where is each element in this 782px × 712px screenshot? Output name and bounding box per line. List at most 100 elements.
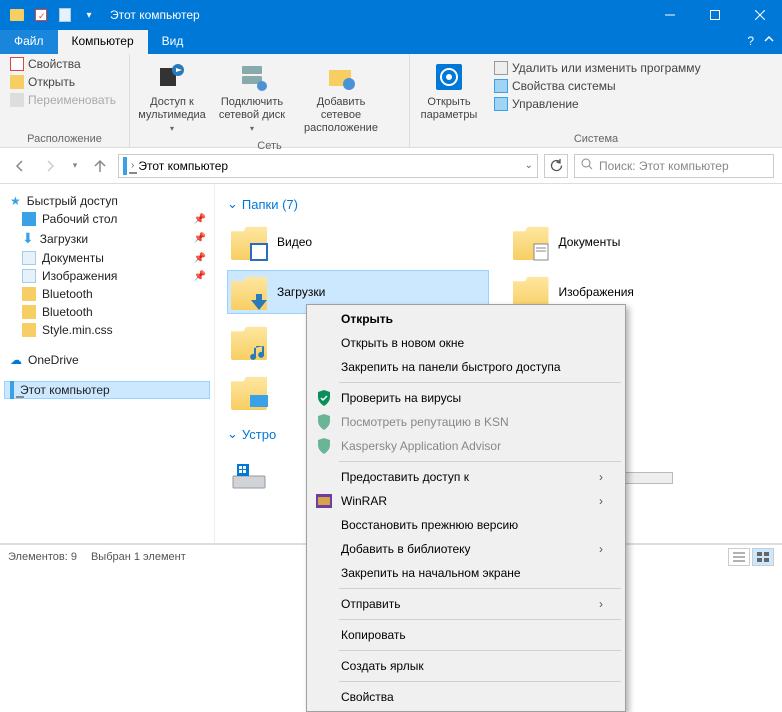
ctx-open-new[interactable]: Открыть в новом окне bbox=[309, 331, 623, 355]
ctx-open[interactable]: Открыть bbox=[309, 307, 623, 331]
ribbon-group-system-label: Система bbox=[416, 129, 776, 145]
tree-stylecss[interactable]: Style.min.css bbox=[4, 321, 210, 339]
qat-properties-icon[interactable]: ✓ bbox=[30, 4, 52, 26]
separator bbox=[339, 588, 621, 589]
section-folders[interactable]: ⌄Папки (7) bbox=[227, 196, 770, 212]
pin-icon: 📌 bbox=[194, 253, 206, 264]
chevron-right-icon: › bbox=[599, 470, 603, 484]
search-box[interactable]: Поиск: Этот компьютер bbox=[574, 154, 774, 178]
tree-downloads[interactable]: ⬇Загрузки📌 bbox=[4, 228, 210, 249]
titlebar: ✓ ▾ Этот компьютер bbox=[0, 0, 782, 30]
tree-thispc[interactable]: Этот компьютер bbox=[4, 381, 210, 399]
ctx-library[interactable]: Добавить в библиотеку› bbox=[309, 537, 623, 561]
tab-computer[interactable]: Компьютер bbox=[58, 30, 148, 54]
ribbon-manage[interactable]: Управление bbox=[490, 96, 705, 112]
help-icon[interactable]: ? bbox=[747, 34, 754, 48]
ctx-send[interactable]: Отправить› bbox=[309, 592, 623, 616]
desktop-icon bbox=[22, 212, 36, 226]
ribbon-rename-label: Переименовать bbox=[28, 93, 116, 107]
maximize-button[interactable] bbox=[692, 0, 737, 30]
pin-icon: 📌 bbox=[194, 271, 206, 282]
ribbon-properties[interactable]: Свойства bbox=[6, 56, 123, 72]
view-details-button[interactable] bbox=[728, 548, 750, 566]
ribbon-add-netloc[interactable]: Добавить сетевое расположение bbox=[296, 56, 386, 136]
tree-quick-access[interactable]: ★Быстрый доступ bbox=[4, 192, 210, 210]
tree-desktop[interactable]: Рабочий стол📌 bbox=[4, 210, 210, 228]
tree-pictures[interactable]: Изображения📌 bbox=[4, 267, 210, 285]
chevron-right-icon[interactable]: › bbox=[131, 160, 134, 171]
status-item-count: Элементов: 9 bbox=[8, 551, 77, 563]
tree-bluetooth2[interactable]: Bluetooth bbox=[4, 303, 210, 321]
separator bbox=[339, 382, 621, 383]
ctx-copy[interactable]: Копировать bbox=[309, 623, 623, 647]
address-bar[interactable]: › Этот компьютер ⌄ bbox=[118, 154, 538, 178]
ribbon-open[interactable]: Открыть bbox=[6, 74, 123, 90]
nav-history-button[interactable]: ▾ bbox=[68, 154, 82, 178]
window-title: Этот компьютер bbox=[110, 8, 200, 22]
download-icon: ⬇ bbox=[22, 230, 34, 247]
ctx-share[interactable]: Предоставить доступ к› bbox=[309, 465, 623, 489]
ctx-restore[interactable]: Восстановить прежнюю версию bbox=[309, 513, 623, 537]
thispc-icon bbox=[123, 159, 127, 173]
ribbon-sysprops[interactable]: Свойства системы bbox=[490, 78, 705, 94]
folder-documents[interactable]: Документы bbox=[509, 220, 771, 264]
media-icon bbox=[156, 60, 188, 94]
nav-forward-button[interactable] bbox=[38, 154, 62, 178]
tab-view[interactable]: Вид bbox=[148, 30, 198, 54]
chevron-right-icon: › bbox=[599, 542, 603, 556]
navbar: ▾ › Этот компьютер ⌄ Поиск: Этот компьют… bbox=[0, 148, 782, 184]
nav-back-button[interactable] bbox=[8, 154, 32, 178]
ctx-winrar[interactable]: WinRAR› bbox=[309, 489, 623, 513]
documents-icon bbox=[513, 224, 549, 260]
qat-customize-icon[interactable]: ▾ bbox=[78, 4, 100, 26]
folder-icon bbox=[22, 287, 36, 301]
desktop-folder-icon bbox=[231, 374, 267, 410]
separator bbox=[339, 650, 621, 651]
ribbon-media-access[interactable]: Доступ к мультимедиа ▾ bbox=[136, 56, 208, 136]
ribbon-open-settings[interactable]: Открыть параметры bbox=[416, 56, 482, 122]
minimize-button[interactable] bbox=[647, 0, 692, 30]
ribbon-properties-label: Свойства bbox=[28, 57, 81, 71]
shield-icon bbox=[315, 413, 333, 431]
close-button[interactable] bbox=[737, 0, 782, 30]
qat-newfolder-icon[interactable] bbox=[54, 4, 76, 26]
nav-tree[interactable]: ★Быстрый доступ Рабочий стол📌 ⬇Загрузки📌… bbox=[0, 184, 215, 543]
context-menu: Открыть Открыть в новом окне Закрепить н… bbox=[306, 304, 626, 712]
separator bbox=[339, 681, 621, 682]
status-selection: Выбран 1 элемент bbox=[91, 551, 186, 563]
ctx-shortcut[interactable]: Создать ярлык bbox=[309, 654, 623, 678]
qat-folder-icon[interactable] bbox=[6, 4, 28, 26]
ctx-ksn[interactable]: Посмотреть репутацию в KSN bbox=[309, 410, 623, 434]
ctx-props[interactable]: Свойства bbox=[309, 685, 623, 709]
view-icons-button[interactable] bbox=[752, 548, 774, 566]
drive-icon bbox=[231, 458, 267, 494]
ribbon-group-network-label: Сеть bbox=[136, 136, 403, 152]
ctx-kaa[interactable]: Kaspersky Application Advisor bbox=[309, 434, 623, 458]
folder-icon bbox=[22, 323, 36, 337]
shield-icon bbox=[315, 389, 333, 407]
refresh-button[interactable] bbox=[544, 154, 568, 178]
ctx-scan[interactable]: Проверить на вирусы bbox=[309, 386, 623, 410]
folder-icon bbox=[22, 305, 36, 319]
nav-up-button[interactable] bbox=[88, 154, 112, 178]
music-icon bbox=[231, 324, 267, 360]
tree-bluetooth1[interactable]: Bluetooth bbox=[4, 285, 210, 303]
chevron-down-icon: ⌄ bbox=[227, 196, 238, 212]
cloud-icon: ☁ bbox=[10, 353, 22, 367]
address-dropdown-icon[interactable]: ⌄ bbox=[525, 160, 533, 171]
address-segment[interactable]: Этот компьютер bbox=[138, 159, 228, 173]
tree-documents[interactable]: Документы📌 bbox=[4, 249, 210, 267]
ribbon-tabs: Файл Компьютер Вид ? bbox=[0, 30, 782, 54]
folder-videos[interactable]: Видео bbox=[227, 220, 489, 264]
chevron-right-icon: › bbox=[599, 494, 603, 508]
tab-file[interactable]: Файл bbox=[0, 30, 58, 54]
pin-icon: 📌 bbox=[194, 214, 206, 225]
ribbon-map-drive[interactable]: Подключить сетевой диск ▾ bbox=[216, 56, 288, 136]
ctx-pin-start[interactable]: Закрепить на начальном экране bbox=[309, 561, 623, 585]
ribbon-uninstall[interactable]: Удалить или изменить программу bbox=[490, 60, 705, 76]
tree-onedrive[interactable]: ☁OneDrive bbox=[4, 351, 210, 369]
chevron-down-icon: ⌄ bbox=[227, 426, 238, 442]
downloads-icon bbox=[231, 274, 267, 310]
collapse-ribbon-icon[interactable] bbox=[764, 34, 774, 48]
ctx-pin-quick[interactable]: Закрепить на панели быстрого доступа bbox=[309, 355, 623, 379]
